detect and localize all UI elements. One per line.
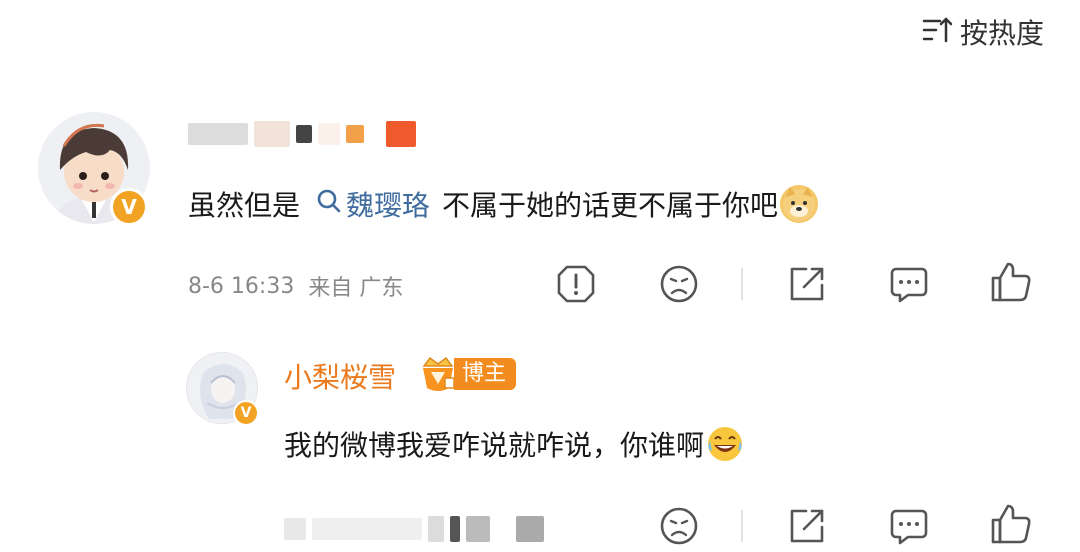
sort-label: 按热度: [959, 17, 1044, 50]
topic-label: 魏璎珞: [346, 189, 431, 222]
reply-verified-badge-icon: V: [233, 400, 259, 426]
comment-text-before: 虽然但是: [188, 189, 301, 222]
comment-location: 来自 广东: [308, 276, 404, 301]
reply-dislike-button[interactable]: [657, 504, 701, 548]
dislike-icon: [660, 507, 698, 545]
reply-button[interactable]: [887, 262, 931, 306]
comment-time: 8-6 16:33: [188, 273, 295, 299]
reply-share-button[interactable]: [785, 504, 829, 548]
reply-icon: [890, 509, 928, 545]
badge-label: 博主: [454, 358, 517, 390]
reply-icon: [890, 267, 928, 303]
divider: [741, 268, 743, 300]
verified-badge-icon: V: [110, 188, 148, 226]
reply-like-button[interactable]: [989, 502, 1033, 546]
like-button[interactable]: [989, 260, 1033, 304]
share-icon: [790, 267, 824, 301]
reply-username[interactable]: 小梨桜雪: [284, 356, 396, 396]
divider: [741, 510, 743, 542]
report-icon: [557, 265, 595, 303]
comment-meta: 8-6 16:33 来自 广东: [188, 271, 404, 302]
dislike-icon: [660, 265, 698, 303]
username-blurred[interactable]: [188, 118, 416, 150]
reply-reply-button[interactable]: [887, 504, 931, 548]
sort-icon: [922, 15, 954, 49]
dislike-button[interactable]: [657, 262, 701, 306]
doge-emoji: [780, 185, 819, 223]
like-icon: [991, 262, 1031, 302]
reply-text-content: 我的微博我爱咋说就咋说，你谁啊: [284, 429, 705, 462]
share-button[interactable]: [785, 262, 829, 306]
search-icon: [316, 188, 346, 221]
crown-icon: [418, 354, 458, 394]
reply-meta-blurred: [284, 514, 544, 544]
topic-link[interactable]: 魏璎珞: [316, 184, 430, 224]
author-badge: 博主: [418, 354, 517, 394]
reply-text: 我的微博我爱咋说就咋说，你谁啊: [284, 420, 744, 468]
comment-text: 虽然但是 魏璎珞 不属于她的话更不属于你吧: [188, 180, 819, 228]
laugh-cry-emoji: [706, 425, 744, 463]
share-icon: [790, 509, 824, 543]
comment-text-after: 不属于她的话更不属于你吧: [442, 189, 779, 222]
like-icon: [991, 504, 1031, 544]
sort-by-heat-button[interactable]: 按热度: [922, 12, 1044, 52]
report-button[interactable]: [554, 262, 598, 306]
